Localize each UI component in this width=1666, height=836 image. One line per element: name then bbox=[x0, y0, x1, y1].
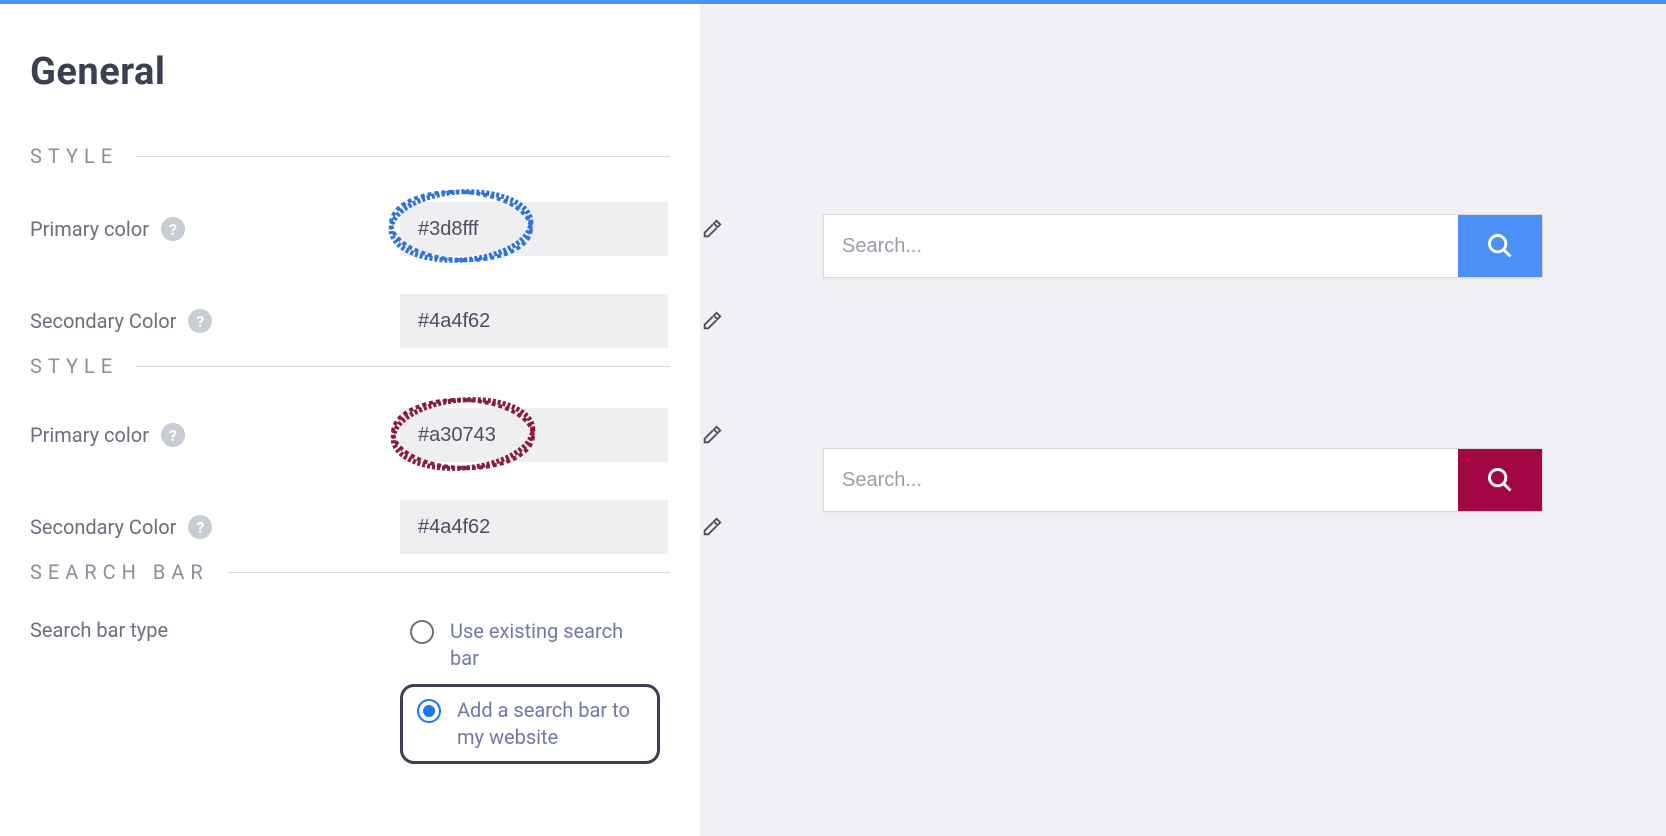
section-label: STYLE bbox=[30, 144, 118, 168]
preview-search-1 bbox=[823, 214, 1543, 278]
radio-use-existing[interactable]: Use existing search bar bbox=[400, 612, 660, 678]
main-layout: General STYLE Primary color ? bbox=[0, 4, 1666, 836]
section-heading-searchbar: SEARCH BAR bbox=[30, 560, 670, 584]
secondary-color-row-1: Secondary Color ? bbox=[30, 294, 670, 348]
field-label-text: Primary color bbox=[30, 423, 149, 447]
eyedropper-icon[interactable] bbox=[701, 500, 723, 554]
field-label-text: Secondary Color bbox=[30, 309, 176, 333]
preview-search-2 bbox=[823, 448, 1543, 512]
secondary-color-label-2: Secondary Color ? bbox=[30, 515, 400, 539]
primary-color-input-wrap-2 bbox=[400, 408, 668, 462]
radio-label: Add a search bar to my website bbox=[457, 697, 643, 751]
section-label: SEARCH BAR bbox=[30, 560, 209, 584]
preview-search-input-1[interactable] bbox=[824, 215, 1458, 277]
preview-search-button-1[interactable] bbox=[1458, 215, 1542, 277]
config-panel: General STYLE Primary color ? bbox=[0, 4, 700, 836]
help-icon[interactable]: ? bbox=[188, 515, 212, 539]
radio-icon bbox=[410, 620, 434, 644]
eyedropper-icon[interactable] bbox=[701, 294, 723, 348]
page-title: General bbox=[30, 50, 670, 94]
primary-color-input-2[interactable] bbox=[400, 408, 701, 462]
preview-search-input-2[interactable] bbox=[824, 449, 1458, 511]
section-label: STYLE bbox=[30, 354, 118, 378]
search-bar-type-row: Search bar type Use existing search bar … bbox=[30, 610, 670, 764]
secondary-color-input-1[interactable] bbox=[400, 294, 701, 348]
primary-color-label-2: Primary color ? bbox=[30, 423, 400, 447]
secondary-color-label-1: Secondary Color ? bbox=[30, 309, 400, 333]
primary-color-label-1: Primary color ? bbox=[30, 217, 400, 241]
radio-icon bbox=[417, 699, 441, 723]
radio-add-search-bar[interactable]: Add a search bar to my website bbox=[400, 684, 660, 764]
section-heading-style-1: STYLE bbox=[30, 144, 670, 168]
primary-color-input-1[interactable] bbox=[400, 202, 701, 256]
primary-color-input-wrap-1 bbox=[400, 202, 668, 256]
secondary-color-input-wrap-2 bbox=[400, 500, 668, 554]
divider bbox=[136, 156, 670, 157]
field-label-text: Primary color bbox=[30, 217, 149, 241]
search-bar-type-radio-group: Use existing search bar Add a search bar… bbox=[400, 610, 660, 764]
eyedropper-icon[interactable] bbox=[701, 408, 723, 462]
search-bar-type-label: Search bar type bbox=[30, 610, 400, 642]
preview-search-button-2[interactable] bbox=[1458, 449, 1542, 511]
preview-panel bbox=[700, 4, 1666, 836]
primary-color-row-1: Primary color ? bbox=[30, 202, 670, 256]
search-icon bbox=[1486, 232, 1514, 260]
radio-label: Use existing search bar bbox=[450, 618, 650, 672]
field-label-text: Secondary Color bbox=[30, 515, 176, 539]
divider bbox=[227, 572, 670, 573]
secondary-color-row-2: Secondary Color ? bbox=[30, 500, 670, 554]
section-heading-style-2: STYLE bbox=[30, 354, 670, 378]
primary-color-row-2: Primary color ? bbox=[30, 408, 670, 462]
help-icon[interactable]: ? bbox=[161, 217, 185, 241]
search-icon bbox=[1486, 466, 1514, 494]
field-label-text: Search bar type bbox=[30, 618, 168, 642]
secondary-color-input-2[interactable] bbox=[400, 500, 701, 554]
help-icon[interactable]: ? bbox=[161, 423, 185, 447]
help-icon[interactable]: ? bbox=[188, 309, 212, 333]
eyedropper-icon[interactable] bbox=[701, 202, 723, 256]
secondary-color-input-wrap-1 bbox=[400, 294, 668, 348]
divider bbox=[136, 366, 670, 367]
